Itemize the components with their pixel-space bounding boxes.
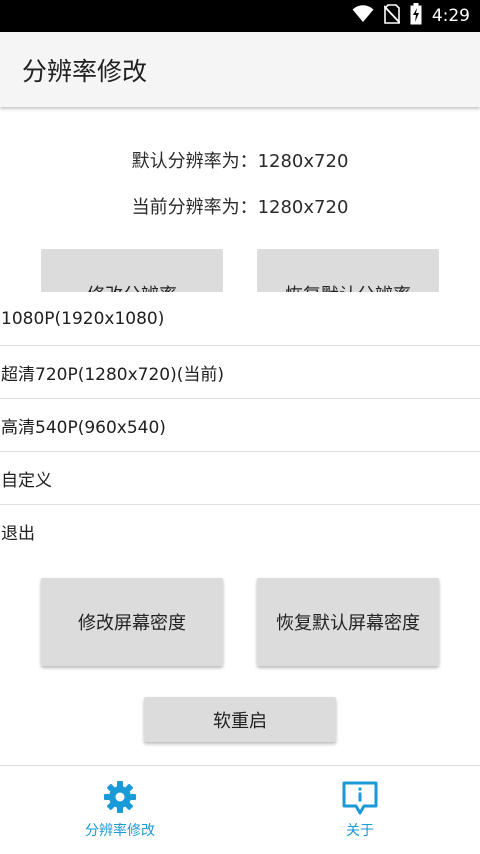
restore-default-resolution-button[interactable]: 恢复默认分辨率 — [257, 249, 439, 292]
menu-item-custom[interactable]: 自定义 — [0, 452, 480, 505]
wifi-icon — [352, 5, 374, 27]
resolution-menu: 1080P(1920x1080) 超清720P(1280x720)(当前) 高清… — [0, 293, 480, 558]
tab-resolution-label: 分辨率修改 — [85, 823, 155, 839]
status-bar: 4:29 — [0, 0, 480, 32]
default-resolution-text: 默认分辨率为：1280x720 — [131, 151, 349, 172]
menu-item-1080p[interactable]: 1080P(1920x1080) — [0, 293, 480, 346]
current-resolution-text: 当前分辨率为：1280x720 — [131, 197, 349, 218]
restore-resolution-button-wrapper: 恢复默认分辨率 — [257, 249, 439, 292]
info-bubble-icon — [341, 780, 379, 820]
bottom-navigation: 分辨率修改 关于 — [0, 765, 480, 853]
restore-default-density-button[interactable]: 恢复默认屏幕密度 — [257, 578, 439, 666]
soft-reboot-button[interactable]: 软重启 — [144, 697, 336, 742]
gear-icon — [103, 780, 137, 818]
modify-resolution-button[interactable]: 修改分辨率 — [41, 249, 223, 292]
tab-about[interactable]: 关于 — [240, 766, 480, 854]
battery-charging-icon — [410, 3, 422, 29]
app-bar: 分辨率修改 — [0, 32, 480, 107]
modify-resolution-button-wrapper: 修改分辨率 — [41, 249, 223, 292]
tab-resolution[interactable]: 分辨率修改 — [0, 766, 240, 854]
menu-item-720p[interactable]: 超清720P(1280x720)(当前) — [0, 346, 480, 399]
menu-item-540p[interactable]: 高清540P(960x540) — [0, 399, 480, 452]
menu-item-exit[interactable]: 退出 — [0, 505, 480, 558]
status-icons: 4:29 — [352, 3, 470, 29]
app-title: 分辨率修改 — [22, 57, 148, 86]
tab-about-label: 关于 — [346, 823, 374, 839]
modify-density-button[interactable]: 修改屏幕密度 — [41, 578, 223, 666]
no-sim-icon — [383, 4, 401, 28]
status-time: 4:29 — [431, 6, 470, 26]
